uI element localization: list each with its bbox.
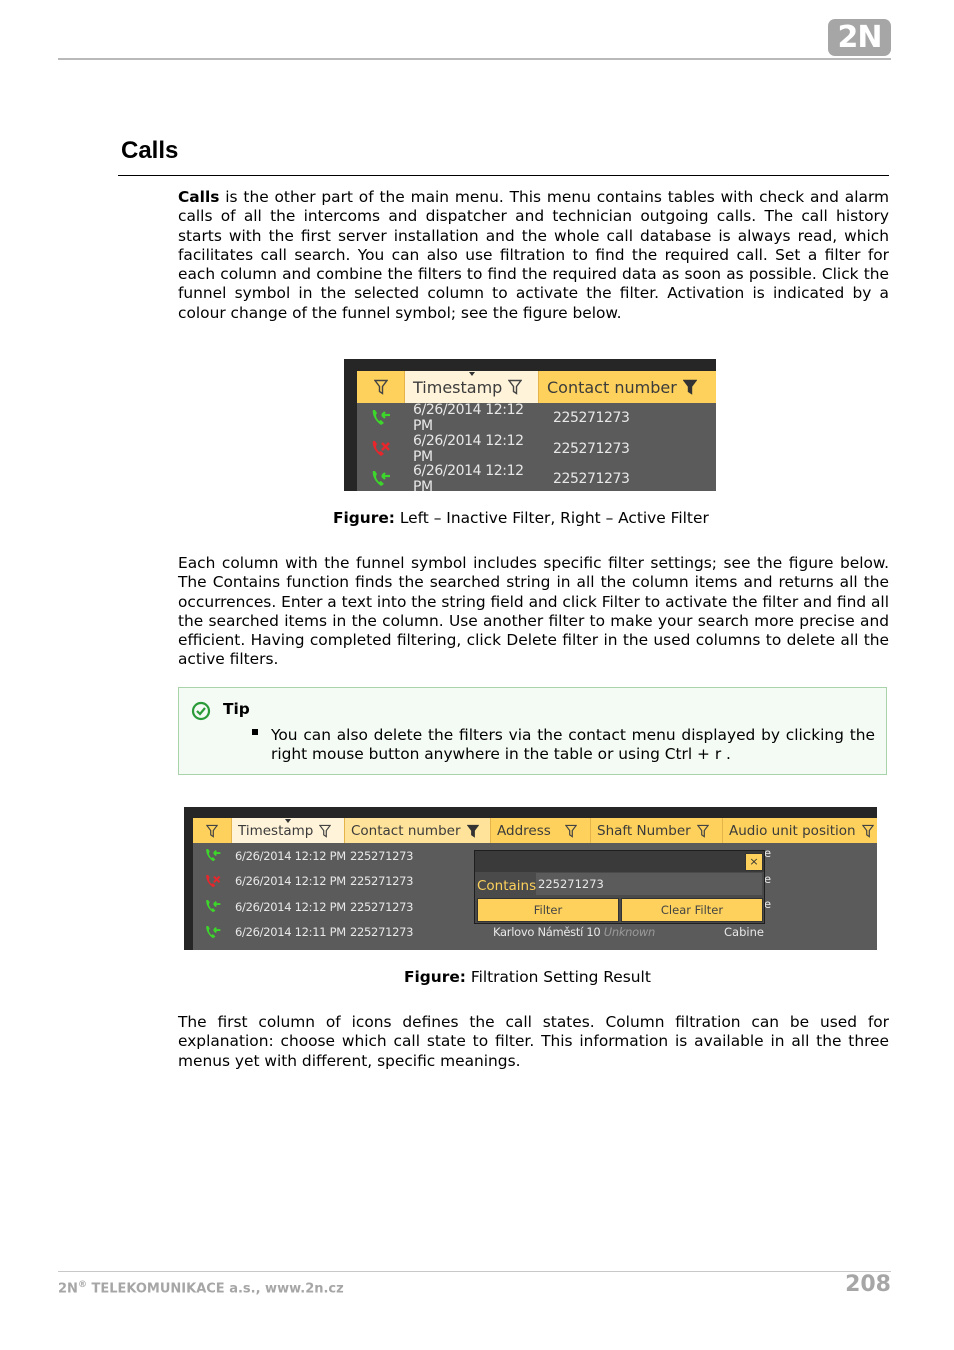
section-title: Calls xyxy=(121,137,179,164)
2n-logo: 2N xyxy=(828,19,891,56)
clear-filter-button[interactable]: Clear Filter xyxy=(621,898,763,922)
column-header-timestamp[interactable]: Timestamp xyxy=(405,371,539,403)
funnel-inactive-icon[interactable] xyxy=(861,824,874,838)
funnel-inactive-icon[interactable] xyxy=(696,824,709,838)
call-answered-icon xyxy=(205,900,220,913)
table-header: Timestamp Contact number Address Shaft N… xyxy=(193,818,877,843)
figure-caption: Figure: Left – Inactive Filter, Right – … xyxy=(333,509,709,527)
call-missed-icon xyxy=(205,874,220,887)
tip-text: You can also delete the filters via the … xyxy=(271,726,875,764)
page-number: 208 xyxy=(845,1272,891,1297)
sort-indicator-icon xyxy=(285,819,291,823)
figure-filter-states: Timestamp Contact number 6/26/2014 12:12… xyxy=(344,359,716,491)
footer-divider xyxy=(58,1271,891,1272)
funnel-inactive-icon[interactable] xyxy=(206,824,218,838)
funnel-active-icon[interactable] xyxy=(466,824,479,838)
caption-label: Figure: xyxy=(333,509,395,527)
funnel-inactive-icon[interactable] xyxy=(373,379,388,395)
tip-box: Tip You can also delete the filters via … xyxy=(178,687,887,775)
contains-label: Contains xyxy=(477,878,537,894)
contact-cell: 225271273 xyxy=(350,899,414,914)
contact-cell: 225271273 xyxy=(553,440,630,457)
table-row[interactable]: 6/26/2014 12:12 PM 225271273 xyxy=(357,463,716,491)
header-divider xyxy=(58,58,891,60)
popup-titlebar xyxy=(475,851,764,872)
company-name: TELEKOMUNIKACE a.s., www.2n.cz xyxy=(86,1281,344,1297)
table-header: Timestamp Contact number xyxy=(357,371,716,403)
table-row[interactable]: 6/26/2014 12:12 PM 225271273 xyxy=(357,432,716,465)
figure-caption: Figure: Filtration Setting Result xyxy=(404,968,651,986)
figure-filtration-result: Timestamp Contact number Address Shaft N… xyxy=(184,807,877,950)
caption-text: Filtration Setting Result xyxy=(465,968,651,986)
column-header-timestamp[interactable]: Timestamp xyxy=(232,818,345,843)
address-cell: Karlovo Náměstí 10 Unknown xyxy=(493,925,655,939)
column-header-shaft-number[interactable]: Shaft Number xyxy=(591,818,723,843)
bullet-icon xyxy=(252,729,258,735)
column-label: Contact number xyxy=(351,822,461,839)
call-missed-icon xyxy=(372,440,390,456)
company-prefix: 2N xyxy=(58,1281,78,1297)
filter-paragraph: Each column with the funnel symbol inclu… xyxy=(178,554,889,669)
column-header-state[interactable] xyxy=(193,818,232,843)
contact-cell: 225271273 xyxy=(553,471,630,488)
funnel-inactive-icon[interactable] xyxy=(508,379,523,395)
column-label: Audio unit position xyxy=(729,822,856,839)
timestamp-cell: 6/26/2014 12:12 PM xyxy=(413,463,524,491)
column-label: Timestamp xyxy=(413,377,503,397)
call-answered-icon xyxy=(205,925,220,938)
column-label: Contact number xyxy=(547,377,677,397)
calls-term: Calls xyxy=(178,188,220,206)
table-body: 6/26/2014 12:12 PM 225271273 6/26/2014 1… xyxy=(357,402,716,491)
call-answered-icon xyxy=(372,471,390,487)
column-header-audio-unit-position[interactable]: Audio unit position xyxy=(723,818,877,843)
column-header-contact-number[interactable]: Contact number xyxy=(539,371,716,403)
truncated-cell: e xyxy=(764,846,772,860)
funnel-inactive-icon[interactable] xyxy=(564,824,577,838)
timestamp-cell: 6/26/2014 12:12 PM xyxy=(235,848,346,863)
truncated-cell: e xyxy=(764,897,772,911)
column-header-state[interactable] xyxy=(357,371,405,403)
timestamp-cell: 6/26/2014 12:12 PM xyxy=(235,874,346,889)
column-header-address[interactable]: Address xyxy=(491,818,591,843)
call-states-paragraph: The first column of icons defines the ca… xyxy=(178,1013,889,1070)
close-button[interactable]: × xyxy=(745,853,763,871)
table-row[interactable]: 6/26/2014 12:12 PM 225271273 xyxy=(357,402,716,435)
timestamp-cell: 6/26/2014 12:12 PM xyxy=(413,402,524,435)
caption-label: Figure: xyxy=(404,968,466,986)
call-answered-icon xyxy=(205,849,220,862)
column-header-contact-number[interactable]: Contact number xyxy=(345,818,491,843)
intro-paragraph: Calls is the other part of the main menu… xyxy=(178,188,889,323)
column-label: Address xyxy=(497,822,551,839)
timestamp-cell: 6/26/2014 12:12 PM xyxy=(413,432,524,465)
checkmark-circle-icon xyxy=(191,701,211,721)
truncated-cell: e xyxy=(764,872,772,886)
column-label: Timestamp xyxy=(238,822,314,839)
title-underline xyxy=(118,175,889,176)
timestamp-cell: 6/26/2014 12:12 PM xyxy=(235,899,346,914)
caption-text: Left – Inactive Filter, Right – Active F… xyxy=(394,509,709,527)
contact-cell: 225271273 xyxy=(350,848,414,863)
contact-cell: 225271273 xyxy=(350,874,414,889)
filter-button[interactable]: Filter xyxy=(477,898,619,922)
funnel-active-icon[interactable] xyxy=(682,379,697,395)
audio-position-cell: Cabine xyxy=(724,925,764,939)
call-answered-icon xyxy=(372,410,390,426)
intro-text: is the other part of the main menu. This… xyxy=(178,188,889,322)
registered-mark: ® xyxy=(77,1280,87,1290)
shaft-value: Unknown xyxy=(603,925,656,939)
filter-popup: × Contains Filter Clear Filter xyxy=(474,850,765,924)
sort-indicator-icon xyxy=(468,372,475,376)
contact-cell: 225271273 xyxy=(553,410,630,427)
table-body: 6/26/2014 12:12 PM 225271273 6/26/2014 1… xyxy=(193,843,877,950)
contains-input[interactable] xyxy=(536,873,762,895)
footer-company: 2N® TELEKOMUNIKACE a.s., www.2n.cz xyxy=(58,1280,344,1296)
funnel-inactive-icon[interactable] xyxy=(319,824,332,838)
column-label: Shaft Number xyxy=(597,822,691,839)
timestamp-cell: 6/26/2014 12:11 PM xyxy=(235,925,346,940)
contact-cell: 225271273 xyxy=(350,925,414,940)
address-value: Karlovo Náměstí 10 xyxy=(493,925,601,939)
tip-title: Tip xyxy=(223,700,250,718)
